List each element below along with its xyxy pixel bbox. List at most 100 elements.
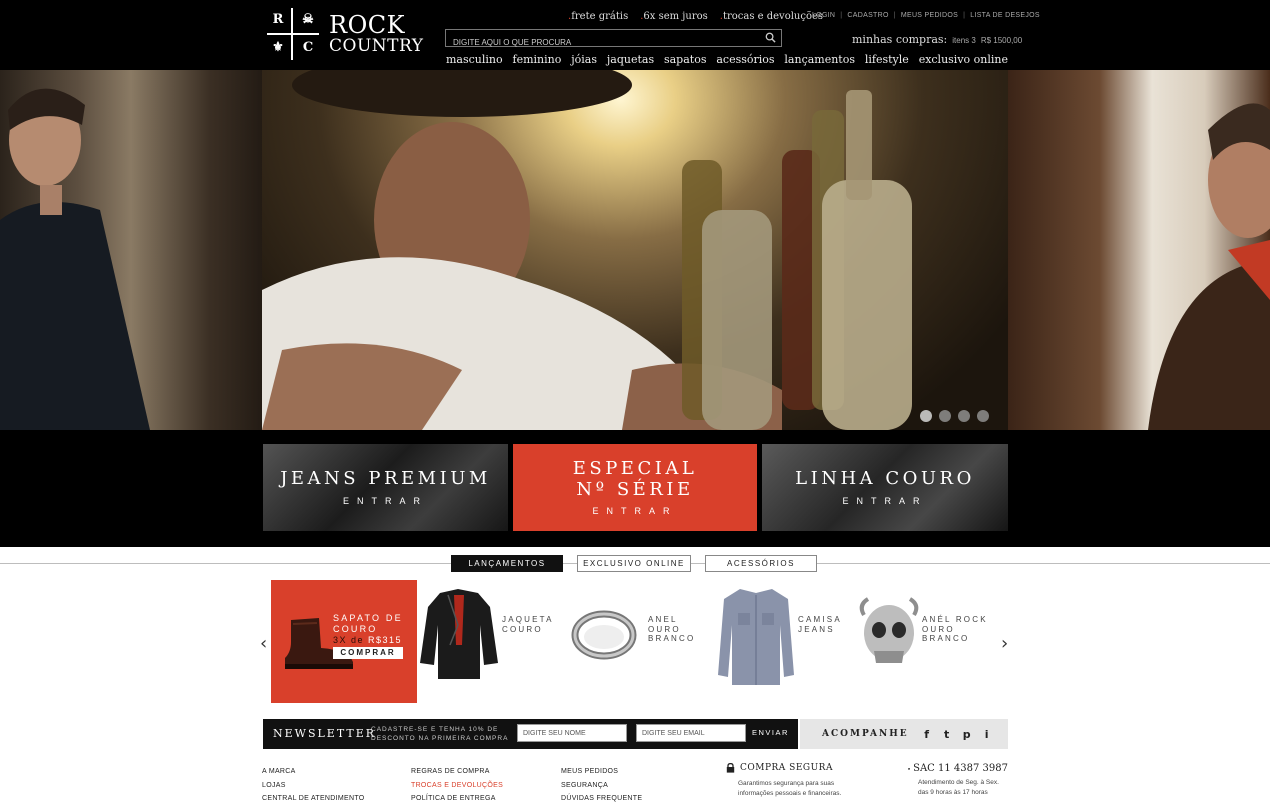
secure-title: COMPRA SEGURA: [740, 763, 833, 773]
product-anel-rock[interactable]: ANÉL ROCK OURO BRANCO: [858, 585, 1003, 695]
social-icons: f t p i: [921, 728, 993, 741]
logo-line-1: ROCK: [329, 11, 406, 39]
tab-acessorios[interactable]: ACESSÓRIOS: [705, 555, 817, 572]
newsletter-email-input[interactable]: [636, 724, 746, 742]
product-camisa-jeans[interactable]: CAMISA JEANS: [716, 585, 856, 695]
promo-strip: .frete grátis .6x sem juros .trocas e de…: [568, 11, 823, 22]
secure-heading: COMPRA SEGURA: [726, 763, 866, 773]
nav-sapatos[interactable]: sapatos: [664, 53, 707, 66]
newsletter-subtitle: CADASTRE-SE E TENHA 10% DE DESCONTO NA P…: [371, 726, 509, 742]
newsletter-title: NEWSLETTER: [273, 727, 377, 740]
logo-emblem-icon: R ☠ ⚜ C: [265, 6, 321, 62]
promo-juros[interactable]: .6x sem juros: [640, 11, 708, 22]
search-input[interactable]: [446, 34, 756, 51]
tab-lancamentos[interactable]: LANÇAMENTOS: [451, 555, 563, 572]
tab-exclusivo-online[interactable]: EXCLUSIVO ONLINE: [577, 555, 691, 572]
cart-summary[interactable]: minhas compras: itens 3 R$ 1500,00: [852, 33, 1022, 46]
nav-lifestyle[interactable]: lifestyle: [865, 53, 909, 66]
carousel-dot-1[interactable]: [920, 410, 932, 422]
cart-total: R$ 1500,00: [980, 36, 1023, 45]
nav-lancamentos[interactable]: lançamentos: [784, 53, 855, 66]
hero-side-image-left: [0, 70, 262, 430]
banner-jeans-premium[interactable]: JEANS PREMIUM ENTRAR: [263, 444, 508, 531]
cart-label: minhas compras:: [852, 33, 948, 46]
featured-product-sapato[interactable]: SAPATO DE COURO 3X de R$315 COMPRAR: [271, 580, 417, 703]
banner-especial-serie[interactable]: ESPECIAL Nº SÉRIE ENTRAR: [513, 444, 757, 531]
banner-title: ESPECIAL Nº SÉRIE: [572, 457, 698, 500]
social-follow: ACOMPANHE f t p i: [800, 719, 1008, 749]
lock-icon: [726, 763, 735, 773]
instagram-icon[interactable]: i: [981, 728, 993, 741]
account-links: LOGIN | CADASTRO | MEUS PEDIDOS | LISTA …: [812, 12, 1040, 19]
footer-link-entrega[interactable]: POLÍTICA DE ENTREGA: [411, 792, 503, 806]
banner-cta: ENTRAR: [592, 506, 678, 517]
search-icon[interactable]: [765, 32, 776, 43]
jacket-image: [420, 589, 498, 679]
nav-exclusivo-online[interactable]: exclusivo online: [919, 53, 1008, 66]
follow-label: ACOMPANHE: [822, 729, 909, 739]
banner-title: LINHA COURO: [795, 468, 975, 490]
newsletter-name-input[interactable]: [517, 724, 627, 742]
product-name: JAQUETA COURO: [502, 615, 554, 634]
footer-link-duvidas[interactable]: DÚVIDAS FREQUENTE: [561, 792, 642, 806]
footer-link-lojas[interactable]: LOJAS: [262, 779, 365, 793]
banner-cta: ENTRAR: [842, 495, 928, 506]
promo-frete[interactable]: .frete grátis: [568, 11, 628, 22]
footer-link-trocas[interactable]: TROCAS E DEVOLUÇÕES: [411, 779, 503, 793]
product-jaqueta-couro[interactable]: JAQUETA COURO: [418, 585, 568, 695]
twitter-icon[interactable]: t: [941, 728, 953, 741]
chat-bubble-icon: [908, 767, 911, 770]
footer-link-pedidos[interactable]: MEUS PEDIDOS: [561, 765, 642, 779]
skull-icon: ☠: [302, 12, 314, 27]
ring-image: [571, 610, 637, 660]
login-link[interactable]: LOGIN: [812, 12, 835, 19]
model-photo-left: [0, 88, 150, 430]
hero-scene-illustration: [262, 70, 912, 430]
nav-joias[interactable]: jóias: [571, 53, 597, 66]
fleur-de-lis-icon: ⚜: [272, 40, 284, 55]
product-name: ANEL OURO BRANCO: [648, 615, 696, 643]
category-banners: JEANS PREMIUM ENTRAR ESPECIAL Nº SÉRIE E…: [0, 430, 1270, 547]
sac-hours: Atendimento de Seg. à Sex. das 9 horas à…: [918, 779, 999, 796]
model-photo-right: [1148, 103, 1270, 430]
newsletter-send-button[interactable]: ENVIAR: [752, 728, 789, 737]
shirt-image: [718, 589, 794, 685]
my-orders-link[interactable]: MEUS PEDIDOS: [901, 12, 958, 19]
footer-link-regras[interactable]: REGRAS DE COMPRA: [411, 765, 503, 779]
banner-linha-couro[interactable]: LINHA COURO ENTRAR: [762, 444, 1008, 531]
logo-line-2: COUNTRY: [329, 36, 424, 56]
buy-button[interactable]: COMPRAR: [333, 647, 403, 659]
sac-phone: SAC 11 4387 3987: [913, 763, 1008, 774]
site-header: R ☠ ⚜ C ROCK COUNTRY .frete grátis .6x s…: [0, 0, 1270, 70]
nav-feminino[interactable]: feminino: [513, 53, 562, 66]
nav-acessorios[interactable]: acessórios: [716, 53, 774, 66]
customer-service: SAC 11 4387 3987 Atendimento de Seg. à S…: [908, 763, 1008, 798]
secure-purchase: COMPRA SEGURA Garantimos segurança para …: [726, 763, 866, 799]
wishlist-link[interactable]: LISTA DE DESEJOS: [970, 12, 1040, 19]
pinterest-icon[interactable]: p: [961, 728, 973, 741]
logo-wordmark: ROCK COUNTRY: [329, 13, 424, 55]
register-link[interactable]: CADASTRO: [847, 12, 888, 19]
nav-masculino[interactable]: masculino: [446, 53, 503, 66]
carousel-dot-3[interactable]: [958, 410, 970, 422]
product-name: CAMISA JEANS: [798, 615, 842, 634]
separator: |: [963, 12, 966, 19]
banner-title: JEANS PREMIUM: [280, 468, 491, 490]
hero-carousel[interactable]: [0, 70, 1270, 430]
nav-jaquetas[interactable]: jaquetas: [607, 53, 654, 66]
footer-link-central[interactable]: CENTRAL DE ATENDIMENTO: [262, 792, 365, 806]
logo-letter-c: C: [302, 40, 314, 55]
banner-cta: ENTRAR: [342, 495, 428, 506]
footer-link-a-marca[interactable]: A MARCA: [262, 765, 365, 779]
carousel-dot-4[interactable]: [977, 410, 989, 422]
promo-trocas[interactable]: .trocas e devoluções: [720, 11, 823, 22]
carousel-dot-2[interactable]: [939, 410, 951, 422]
facebook-icon[interactable]: f: [921, 728, 933, 741]
carousel-prev-arrow[interactable]: ‹: [260, 633, 267, 654]
product-tabs: LANÇAMENTOS EXCLUSIVO ONLINE ACESSÓRIOS: [451, 555, 817, 572]
brand-logo[interactable]: R ☠ ⚜ C ROCK COUNTRY: [265, 6, 424, 62]
carousel-dots: [920, 410, 989, 422]
product-anel-ouro-branco[interactable]: ANEL OURO BRANCO: [568, 585, 708, 695]
footer-link-seguranca[interactable]: SEGURANÇA: [561, 779, 642, 793]
logo-letter-r: R: [272, 12, 284, 27]
